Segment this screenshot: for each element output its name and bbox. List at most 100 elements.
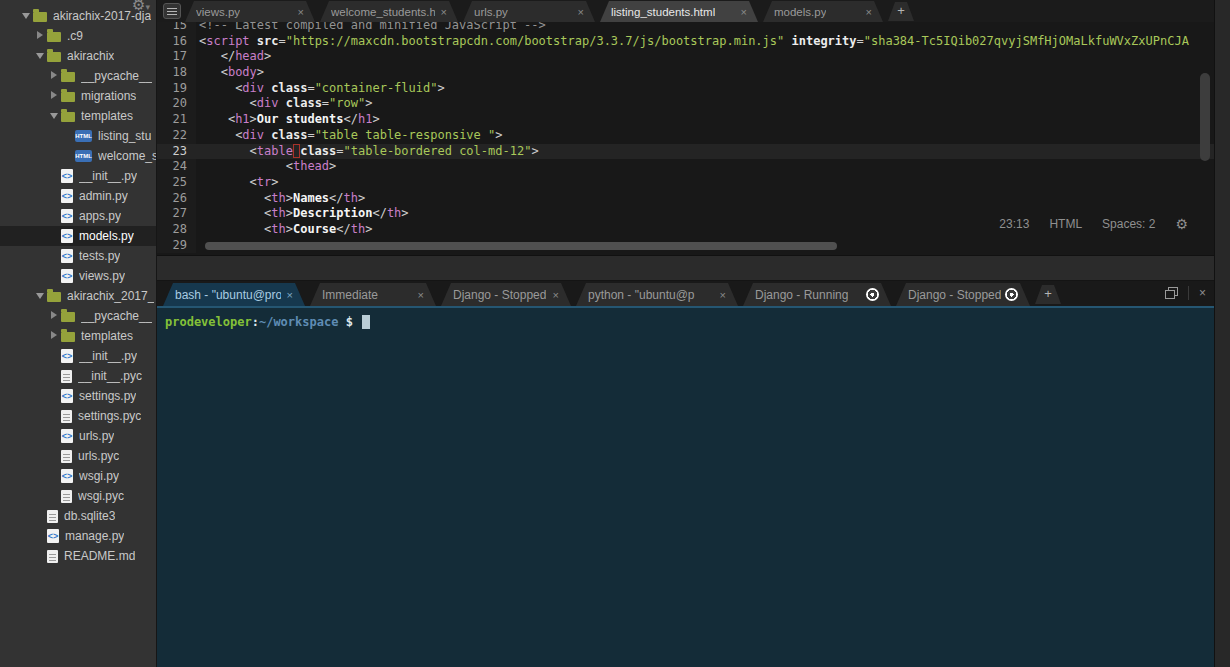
divider — [1188, 286, 1189, 300]
terminal-tab-immediate[interactable]: Immediate× — [310, 283, 436, 306]
tab-label: welcome_students.h — [331, 6, 435, 18]
tree-item-label: __init__.py — [79, 169, 137, 183]
tree-item-apps-py[interactable]: <>apps.py — [0, 206, 156, 226]
close-icon[interactable]: × — [547, 289, 559, 301]
tree-item-pycache[interactable]: __pycache__ — [0, 66, 156, 86]
editor-tab-models-py[interactable]: models.py × — [763, 1, 883, 22]
chevron-right-icon[interactable] — [50, 311, 61, 321]
tree-item-migrations[interactable]: migrations — [0, 86, 156, 106]
terminal-tab-bash-ubuntu-pro[interactable]: bash - "ubuntu@pro× — [163, 283, 305, 306]
arrow-slot — [50, 411, 61, 421]
close-icon[interactable]: × — [281, 289, 293, 301]
line-number: 24 — [157, 159, 196, 175]
terminal-tab-django-stopped[interactable]: Django - Stopped× — [441, 283, 571, 306]
pane-splitter[interactable] — [157, 255, 1214, 281]
folder-icon — [47, 292, 61, 302]
new-tab-button[interactable]: + — [888, 2, 914, 21]
tree-item-settings-pyc[interactable]: settings.pyc — [0, 406, 156, 426]
syntax-mode[interactable]: HTML — [1049, 217, 1082, 231]
close-icon[interactable]: × — [572, 6, 584, 18]
tree-item-akirachix-2017[interactable]: akirachix_2017_ — [0, 286, 156, 306]
tree-item-templates[interactable]: templates — [0, 326, 156, 346]
line-number: 15 — [157, 22, 196, 34]
tree-item-settings-py[interactable]: <>settings.py — [0, 386, 156, 406]
editor-tab-listing-students-html[interactable]: listing_students.html× — [600, 1, 758, 22]
chevron-down-icon[interactable] — [50, 111, 61, 121]
chevron-right-icon[interactable] — [50, 331, 61, 341]
tree-item-init-py[interactable]: <>__init__.py — [0, 166, 156, 186]
close-icon[interactable]: × — [292, 6, 304, 18]
code-editor[interactable]: 15<!-- Latest compiled and minified Java… — [157, 22, 1214, 255]
chevron-down-icon[interactable] — [22, 11, 33, 21]
tree-item-tests-py[interactable]: <>tests.py — [0, 246, 156, 266]
arrow-slot — [50, 171, 61, 181]
python-file-icon: <> — [61, 349, 73, 363]
indentation-setting[interactable]: Spaces: 2 — [1102, 217, 1155, 231]
close-icon[interactable]: × — [860, 6, 872, 18]
tab-list-icon[interactable] — [163, 3, 181, 19]
cursor-position[interactable]: 23:13 — [999, 217, 1029, 231]
arrow-slot — [50, 471, 61, 481]
tree-item-urls-py[interactable]: <>urls.py — [0, 426, 156, 446]
tree-item-manage-py[interactable]: <>manage.py — [0, 526, 156, 546]
gear-icon[interactable]: ⚙ — [1175, 216, 1188, 232]
chevron-down-icon[interactable] — [36, 291, 47, 301]
tree-item-init-py[interactable]: <> __init__.py — [0, 346, 156, 366]
right-side-strip — [1214, 0, 1230, 667]
tree-item-c9[interactable]: .c9 — [0, 26, 156, 46]
chevron-right-icon[interactable] — [50, 91, 61, 101]
chevron-down-icon[interactable] — [36, 51, 47, 61]
tree-item-wsgi-pyc[interactable]: wsgi.pyc — [0, 486, 156, 506]
close-icon[interactable]: × — [435, 6, 447, 18]
code-line-16: 16<script src="https://maxcdn.bootstrapc… — [157, 34, 1214, 50]
close-icon[interactable]: × — [412, 289, 424, 301]
tree-item-listing-stu[interactable]: HTMLlisting_stu — [0, 126, 156, 146]
folder-icon — [61, 72, 75, 82]
tree-item-wsgi-py[interactable]: <>wsgi.py — [0, 466, 156, 486]
terminal-tab-django-running[interactable]: Django - Running — [743, 283, 891, 306]
vertical-scrollbar[interactable] — [1200, 73, 1210, 161]
tree-item-templates[interactable]: templates — [0, 106, 156, 126]
line-number: 25 — [157, 175, 196, 191]
tree-item-label: __init__.py — [79, 349, 137, 363]
file-icon — [61, 370, 72, 383]
tree-item-db-sqlite3[interactable]: db.sqlite3 — [0, 506, 156, 526]
tree-item-welcome-s[interactable]: HTMLwelcome_s — [0, 146, 156, 166]
editor-tab-views-py[interactable]: views.py× — [185, 1, 315, 22]
tree-item-akirachix[interactable]: akirachix — [0, 46, 156, 66]
terminal[interactable]: prodeveloper:~/workspace $ — [157, 306, 1214, 667]
chevron-right-icon[interactable] — [36, 31, 47, 41]
chevron-right-icon[interactable] — [50, 71, 61, 81]
tree-item-urls-pyc[interactable]: urls.pyc — [0, 446, 156, 466]
close-icon[interactable]: × — [1199, 286, 1206, 300]
new-terminal-button[interactable]: + — [1035, 285, 1061, 304]
code-text: <script src="https://maxcdn.bootstrapcdn… — [196, 34, 1214, 50]
tree-item-views-py[interactable]: <>views.py — [0, 266, 156, 286]
terminal-tab-django-stopped[interactable]: Django - Stopped — [896, 283, 1030, 306]
close-icon[interactable]: × — [714, 289, 726, 301]
code-text: <body> — [196, 65, 1214, 81]
editor-status-bar: 23:13 HTML Spaces: 2 ⚙ — [999, 216, 1188, 232]
file-icon — [61, 450, 72, 463]
tab-label: models.py — [774, 6, 826, 18]
tree-item-pycache[interactable]: __pycache__ — [0, 306, 156, 326]
terminal-tab-python-ubuntu-p[interactable]: python - "ubuntu@p× — [576, 283, 738, 306]
horizontal-scrollbar[interactable] — [205, 242, 837, 250]
code-line-19: 19 <div class="container-fluid"> — [157, 81, 1214, 97]
line-number: 17 — [157, 49, 196, 65]
tree-item-admin-py[interactable]: <>admin.py — [0, 186, 156, 206]
code-line-20: 20 <div class="row"> — [157, 96, 1214, 112]
tree-item-readme-md[interactable]: README.md — [0, 546, 156, 566]
tree-settings[interactable]: ⚙▾ — [132, 0, 150, 14]
editor-tab-bar: views.py×welcome_students.h×urls.py×list… — [157, 0, 1214, 22]
file-icon — [47, 550, 58, 563]
gear-icon[interactable]: ⚙ — [132, 0, 145, 13]
tree-item-models-py[interactable]: <>models.py — [0, 226, 156, 246]
editor-tab-welcome-students-h[interactable]: welcome_students.h× — [320, 1, 458, 22]
arrow-slot — [50, 491, 61, 501]
editor-tab-urls-py[interactable]: urls.py× — [463, 1, 595, 22]
close-icon[interactable]: × — [735, 6, 747, 18]
tree-item-label: templates — [81, 109, 133, 123]
restore-icon[interactable] — [1165, 287, 1178, 299]
tree-item-init-pyc[interactable]: __init__.pyc — [0, 366, 156, 386]
